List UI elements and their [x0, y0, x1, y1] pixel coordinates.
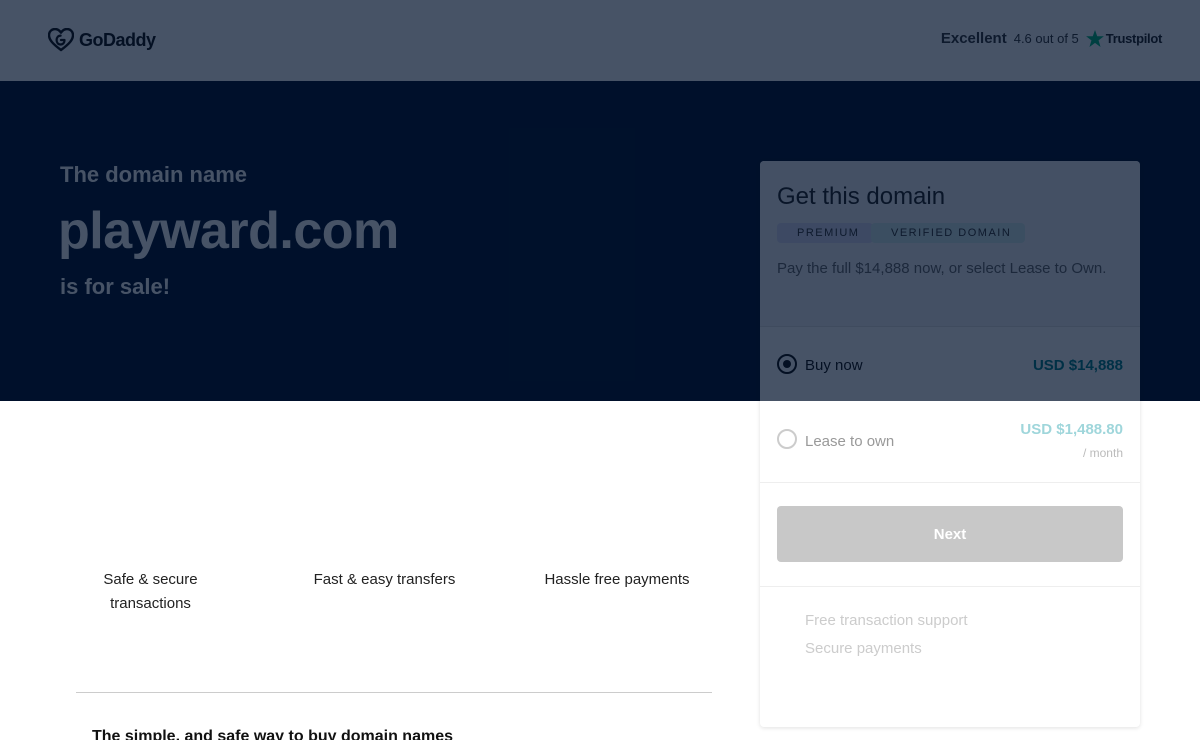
domain-name: playward.com: [58, 202, 399, 260]
feature-list: Safe & secure transactions Fast & easy t…: [60, 568, 720, 628]
section-heading: The simple, and safe way to buy domain n…: [92, 728, 453, 740]
panel-divider: [760, 586, 1140, 587]
panel-title: Get this domain: [777, 183, 946, 210]
buy-now-option[interactable]: Buy now USD $14,888: [760, 327, 1140, 403]
perk-secure-payments: Secure payments: [805, 640, 922, 657]
trustpilot-rating[interactable]: Excellent 4.6 out of 5 Trustpilot: [941, 30, 1162, 47]
hero-kicker: The domain name: [60, 162, 248, 187]
trustpilot-star-icon: [1085, 30, 1104, 47]
verified-domain-badge: VERIFIED DOMAIN: [871, 223, 1026, 243]
panel-description: Pay the full $14,888 now, or select Leas…: [777, 260, 1107, 277]
feature-transfers: Fast & easy transfers: [313, 571, 456, 588]
next-button[interactable]: Next: [777, 506, 1123, 562]
hero-tagline: is for sale!: [60, 274, 171, 299]
premium-badge: PREMIUM: [777, 223, 874, 243]
lease-period: / month: [1082, 446, 1123, 460]
feature-payments: Hassle free payments: [544, 571, 690, 588]
trustpilot-logo: Trustpilot: [1085, 30, 1163, 47]
lease-to-own-radio[interactable]: [777, 429, 797, 449]
logo-text: GoDaddy: [79, 29, 156, 50]
lease-price: USD $1,488.80: [1020, 421, 1123, 438]
lease-to-own-label: Lease to own: [805, 433, 895, 450]
perk-transaction-support: Free transaction support: [805, 612, 968, 629]
buy-now-radio[interactable]: [777, 354, 797, 374]
trustpilot-brand: Trustpilot: [1105, 31, 1163, 46]
godaddy-logo[interactable]: GoDaddy: [48, 28, 156, 52]
rating-score: 4.6 out of 5: [1013, 31, 1079, 46]
buy-now-label: Buy now: [805, 357, 863, 374]
section-divider: [76, 692, 712, 693]
rating-word: Excellent: [940, 30, 1007, 47]
top-bar: GoDaddy Excellent 4.6 out of 5 Trustpilo…: [0, 0, 1200, 81]
panel-header: Get this domain PREMIUM VERIFIED DOMAIN …: [760, 161, 1140, 327]
godaddy-heart-icon: [48, 28, 74, 52]
lease-to-own-option[interactable]: Lease to own USD $1,488.80 / month: [760, 403, 1140, 483]
buy-now-price: USD $14,888: [1032, 357, 1123, 374]
feature-secure: Safe & secure transactions: [103, 571, 198, 612]
purchase-panel: Get this domain PREMIUM VERIFIED DOMAIN …: [760, 161, 1140, 727]
